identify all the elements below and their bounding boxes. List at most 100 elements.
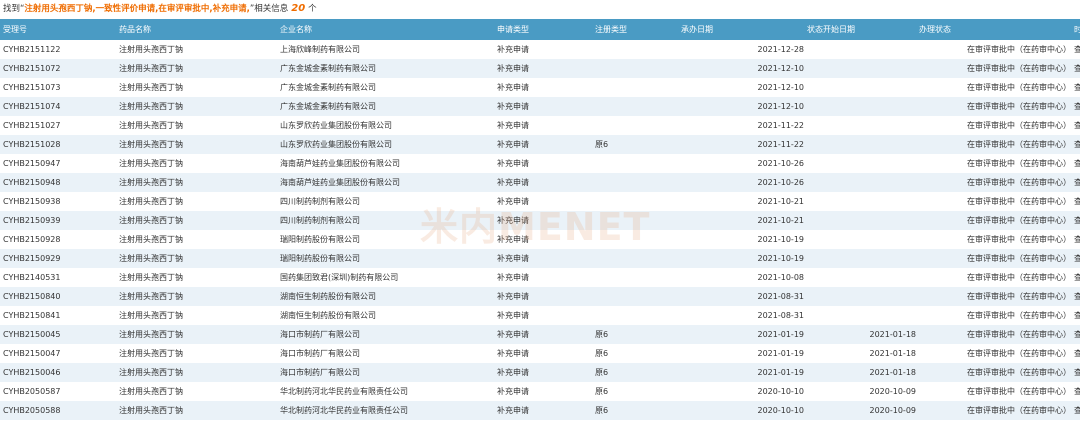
view-timeline-link[interactable]: 查看: [1071, 363, 1080, 382]
drug-name-link[interactable]: 注射用头孢西丁钠: [116, 192, 277, 211]
company-name-link[interactable]: 广东金城金素制药有限公司: [277, 97, 494, 116]
view-timeline-link[interactable]: 查看: [1071, 344, 1080, 363]
company-name-link[interactable]: 广东金城金素制药有限公司: [277, 78, 494, 97]
view-timeline-link[interactable]: 查看: [1071, 135, 1080, 154]
column-header-status[interactable]: 办理状态: [916, 19, 1071, 40]
table-row: CYHB2150938 注射用头孢西丁钠 四川制药制剂有限公司 补充申请 2021-10…: [0, 192, 1080, 211]
view-timeline-link[interactable]: 查看: [1071, 154, 1080, 173]
view-timeline-link[interactable]: 查看: [1071, 306, 1080, 325]
acceptance-number-link[interactable]: CYHB2151073: [0, 78, 116, 97]
company-name-link[interactable]: 四川制药制剂有限公司: [277, 192, 494, 211]
company-name-link[interactable]: 海口市制药厂有限公司: [277, 344, 494, 363]
acceptance-number-link[interactable]: CYHB2150947: [0, 154, 116, 173]
drug-name-link[interactable]: 注射用头孢西丁钠: [116, 59, 277, 78]
drug-name-link[interactable]: 注射用头孢西丁钠: [116, 344, 277, 363]
company-name-link[interactable]: 湖南恒生制药股份有限公司: [277, 287, 494, 306]
column-header-reg-type[interactable]: 注册类型: [592, 19, 678, 40]
acceptance-number-link[interactable]: CYHB2150045: [0, 325, 116, 344]
column-header-app-type[interactable]: 申请类型: [494, 19, 592, 40]
acceptance-number-link[interactable]: CYHB2150939: [0, 211, 116, 230]
drug-name-link[interactable]: 注射用头孢西丁钠: [116, 382, 277, 401]
view-timeline-link[interactable]: 查看: [1071, 382, 1080, 401]
company-name-link[interactable]: 山东罗欣药业集团股份有限公司: [277, 135, 494, 154]
acceptance-number-link[interactable]: CYHB2151027: [0, 116, 116, 135]
acceptance-number-link[interactable]: CYHB2050587: [0, 382, 116, 401]
acceptance-number-link[interactable]: CYHB2150047: [0, 344, 116, 363]
company-name-link[interactable]: 海南葫芦娃药业集团股份有限公司: [277, 173, 494, 192]
column-header-drug[interactable]: 药品名称: [116, 19, 277, 40]
drug-name-link[interactable]: 注射用头孢西丁钠: [116, 78, 277, 97]
column-header-id[interactable]: 受理号: [0, 19, 116, 40]
view-timeline-link[interactable]: 查看: [1071, 40, 1080, 59]
acceptance-number-link[interactable]: CYHB2150938: [0, 192, 116, 211]
drug-name-link[interactable]: 注射用头孢西丁钠: [116, 249, 277, 268]
company-name-link[interactable]: 瑞阳制药股份有限公司: [277, 230, 494, 249]
status-start-date: 2020-10-09: [804, 382, 916, 401]
registration-type: [592, 230, 678, 249]
drug-name-link[interactable]: 注射用头孢西丁钠: [116, 97, 277, 116]
view-timeline-link[interactable]: 查看: [1071, 325, 1080, 344]
drug-name-link[interactable]: 注射用头孢西丁钠: [116, 135, 277, 154]
drug-name-link[interactable]: 注射用头孢西丁钠: [116, 363, 277, 382]
view-timeline-link[interactable]: 查看: [1071, 116, 1080, 135]
drug-name-link[interactable]: 注射用头孢西丁钠: [116, 287, 277, 306]
acceptance-number-link[interactable]: CYHB2151028: [0, 135, 116, 154]
acceptance-number-link[interactable]: CYHB2150841: [0, 306, 116, 325]
drug-name-link[interactable]: 注射用头孢西丁钠: [116, 40, 277, 59]
summary-prefix: 找到“: [3, 4, 25, 14]
summary-suffix: 个: [308, 4, 317, 14]
handling-date: 2021-01-19: [678, 363, 804, 382]
company-name-link[interactable]: 海南葫芦娃药业集团股份有限公司: [277, 154, 494, 173]
acceptance-number-link[interactable]: CYHB2140531: [0, 268, 116, 287]
table-row: CYHB2150928 注射用头孢西丁钠 瑞阳制药股份有限公司 补充申请 2021-10…: [0, 230, 1080, 249]
view-timeline-link[interactable]: 查看: [1071, 192, 1080, 211]
view-timeline-link[interactable]: 查看: [1071, 249, 1080, 268]
company-name-link[interactable]: 瑞阳制药股份有限公司: [277, 249, 494, 268]
acceptance-number-link[interactable]: CYHB2151122: [0, 40, 116, 59]
drug-name-link[interactable]: 注射用头孢西丁钠: [116, 211, 277, 230]
drug-name-link[interactable]: 注射用头孢西丁钠: [116, 325, 277, 344]
acceptance-number-link[interactable]: CYHB2050588: [0, 401, 116, 420]
drug-name-link[interactable]: 注射用头孢西丁钠: [116, 154, 277, 173]
company-name-link[interactable]: 山东罗欣药业集团股份有限公司: [277, 116, 494, 135]
company-name-link[interactable]: 广东金城金素制药有限公司: [277, 59, 494, 78]
column-header-date[interactable]: 承办日期: [678, 19, 804, 40]
table-header-row: 受理号 药品名称 企业名称 申请类型 注册类型 承办日期 状态开始日期 办理状态…: [0, 19, 1080, 40]
acceptance-number-link[interactable]: CYHB2150928: [0, 230, 116, 249]
company-name-link[interactable]: 海口市制药厂有限公司: [277, 325, 494, 344]
drug-name-link[interactable]: 注射用头孢西丁钠: [116, 306, 277, 325]
acceptance-number-link[interactable]: CYHB2150840: [0, 287, 116, 306]
column-header-start-date[interactable]: 状态开始日期: [804, 19, 916, 40]
column-header-company[interactable]: 企业名称: [277, 19, 494, 40]
drug-name-link[interactable]: 注射用头孢西丁钠: [116, 173, 277, 192]
view-timeline-link[interactable]: 查看: [1071, 97, 1080, 116]
status-start-date: [804, 97, 916, 116]
acceptance-number-link[interactable]: CYHB2150046: [0, 363, 116, 382]
view-timeline-link[interactable]: 查看: [1071, 173, 1080, 192]
acceptance-number-link[interactable]: CYHB2151074: [0, 97, 116, 116]
acceptance-number-link[interactable]: CYHB2151072: [0, 59, 116, 78]
view-timeline-link[interactable]: 查看: [1071, 268, 1080, 287]
acceptance-number-link[interactable]: CYHB2150929: [0, 249, 116, 268]
column-header-timeline[interactable]: 时间轴: [1071, 19, 1080, 40]
company-name-link[interactable]: 四川制药制剂有限公司: [277, 211, 494, 230]
view-timeline-link[interactable]: 查看: [1071, 78, 1080, 97]
drug-name-link[interactable]: 注射用头孢西丁钠: [116, 268, 277, 287]
drug-name-link[interactable]: 注射用头孢西丁钠: [116, 116, 277, 135]
company-name-link[interactable]: 上海欣峰制药有限公司: [277, 40, 494, 59]
view-timeline-link[interactable]: 查看: [1071, 211, 1080, 230]
view-timeline-link[interactable]: 查看: [1071, 287, 1080, 306]
company-name-link[interactable]: 华北制药河北华民药业有限责任公司: [277, 382, 494, 401]
company-name-link[interactable]: 湖南恒生制药股份有限公司: [277, 306, 494, 325]
drug-name-link[interactable]: 注射用头孢西丁钠: [116, 230, 277, 249]
company-name-link[interactable]: 华北制药河北华民药业有限责任公司: [277, 401, 494, 420]
company-name-link[interactable]: 国药集团致君(深圳)制药有限公司: [277, 268, 494, 287]
view-timeline-link[interactable]: 查看: [1071, 401, 1080, 420]
view-timeline-link[interactable]: 查看: [1071, 230, 1080, 249]
company-name-link[interactable]: 海口市制药厂有限公司: [277, 363, 494, 382]
table-row: CYHB2150939 注射用头孢西丁钠 四川制药制剂有限公司 补充申请 2021-10…: [0, 211, 1080, 230]
view-timeline-link[interactable]: 查看: [1071, 59, 1080, 78]
drug-name-link[interactable]: 注射用头孢西丁钠: [116, 401, 277, 420]
acceptance-number-link[interactable]: CYHB2150948: [0, 173, 116, 192]
application-type: 补充申请: [494, 97, 592, 116]
